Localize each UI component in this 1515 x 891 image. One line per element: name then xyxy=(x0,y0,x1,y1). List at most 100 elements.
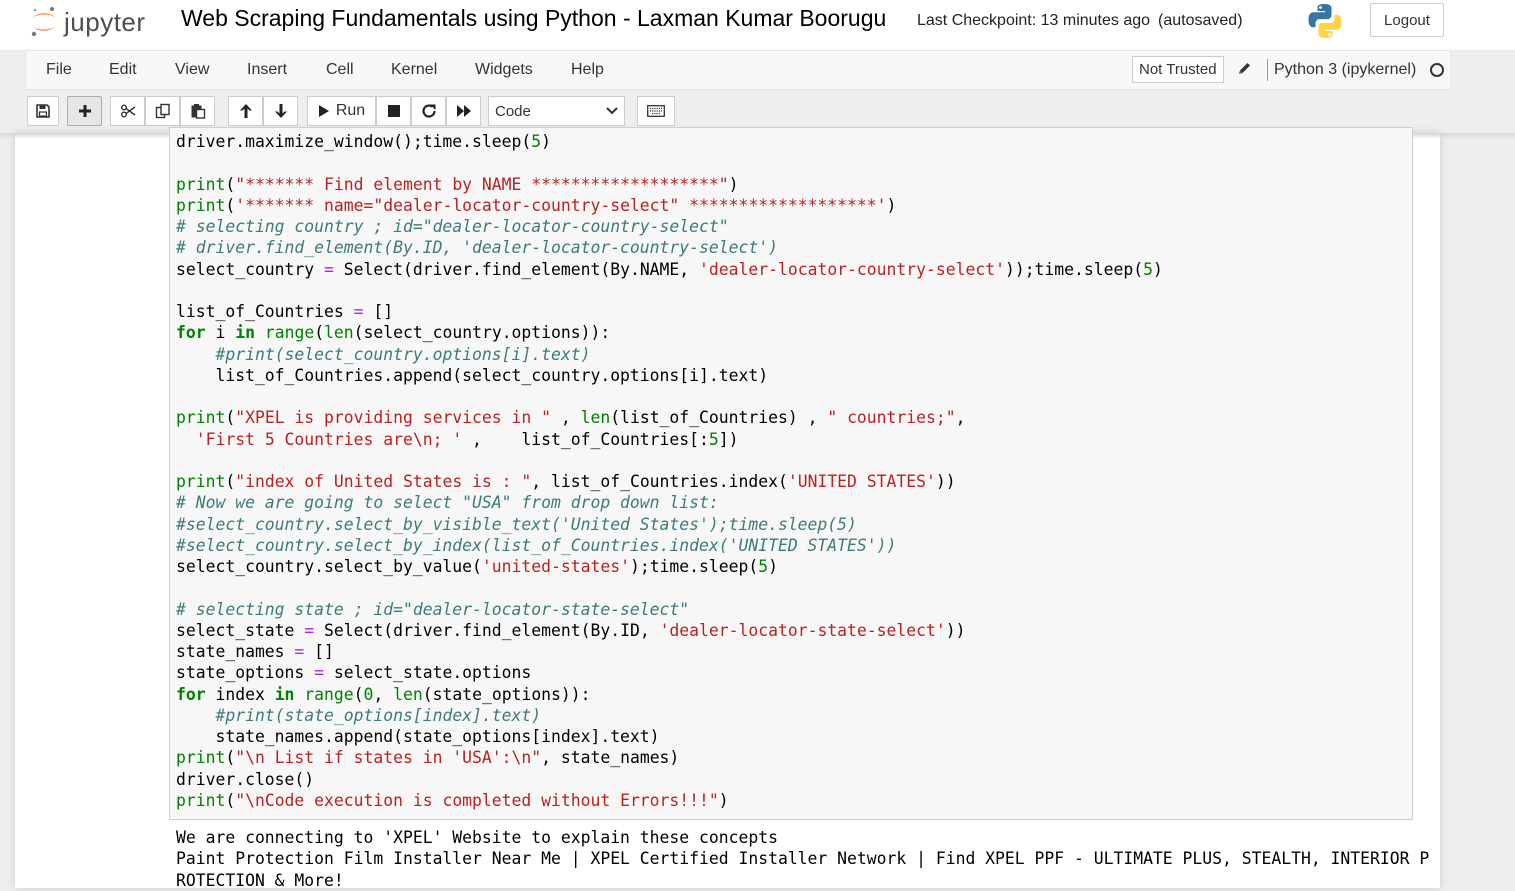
code-token: = xyxy=(324,259,334,279)
paste-icon xyxy=(191,104,205,119)
code-token: #select_country.select_by_visible_text('… xyxy=(176,514,857,534)
code-token: 'united-states' xyxy=(481,557,630,576)
code-token: len xyxy=(393,684,423,704)
code-token: len xyxy=(324,323,354,343)
cell-output: We are connecting to 'XPEL' Website to e… xyxy=(176,827,1429,891)
code-token: ( xyxy=(225,195,236,215)
code-token: select_country xyxy=(176,259,325,279)
code-token: select_state xyxy=(176,620,305,640)
code-token: #print(state_options[index].text) xyxy=(215,705,542,725)
code-token: ( xyxy=(225,748,236,768)
restart-run-all-button[interactable] xyxy=(446,96,481,126)
code-line: 'First 5 Countries are\n; ' , list_of_Co… xyxy=(176,429,1163,450)
code-token: (state_options)): xyxy=(422,684,591,704)
menu-insert[interactable]: Insert xyxy=(247,61,287,79)
interrupt-button[interactable] xyxy=(376,96,411,126)
not-trusted-button[interactable]: Not Trusted xyxy=(1132,56,1224,83)
menubar: File Edit View Insert Cell Kernel Widget… xyxy=(25,51,1451,90)
code-token: = xyxy=(304,620,315,640)
code-token: "XPEL is providing services in " xyxy=(235,408,551,428)
code-line: list_of_Countries.append(select_country.… xyxy=(176,365,1163,386)
code-line: list_of_Countries = [] xyxy=(176,301,1163,322)
scissors-icon xyxy=(120,104,135,118)
cell-type-select[interactable]: Code xyxy=(488,96,625,126)
code-token: (list_of_Countries) , xyxy=(610,408,828,428)
keyboard-icon xyxy=(647,105,665,117)
code-token: 'First 5 Countries are\n; ' xyxy=(195,429,463,449)
menu-kernel[interactable]: Kernel xyxy=(391,61,437,79)
code-token: for xyxy=(176,323,206,343)
menu-help[interactable]: Help xyxy=(571,61,604,79)
code-token: 0 xyxy=(363,684,374,704)
code-line: #select_country.select_by_visible_text('… xyxy=(176,514,1163,535)
code-token: #select_country.select_by_index(list_of_… xyxy=(176,535,897,555)
code-token: "index of United States is : " xyxy=(235,472,532,491)
code-token: 'dealer-locator-country-select' xyxy=(699,259,1005,279)
code-token: ( xyxy=(225,408,236,428)
code-line: for i in range(len(select_country.option… xyxy=(176,322,1163,343)
code-token: , xyxy=(955,408,966,428)
code-token: (select_country.options)): xyxy=(353,323,611,343)
menu-cell[interactable]: Cell xyxy=(326,61,354,79)
chevron-down-icon xyxy=(606,107,618,115)
pencil-icon[interactable] xyxy=(1237,61,1252,76)
command-palette-button[interactable] xyxy=(637,96,675,126)
code-token: 5 xyxy=(1143,259,1153,279)
code-token: ( xyxy=(314,323,325,343)
code-line: # Now we are going to select "USA" from … xyxy=(176,492,1163,513)
code-token: ));time.sleep( xyxy=(1004,259,1144,279)
cut-button[interactable] xyxy=(110,96,145,126)
menu-widgets[interactable]: Widgets xyxy=(475,61,533,79)
code-line: print("XPEL is providing services in " ,… xyxy=(176,407,1163,428)
code-token: # Now we are going to select "USA" from … xyxy=(176,493,719,513)
kernel-name[interactable]: Python 3 (ipykernel) xyxy=(1274,61,1416,79)
code-token: = xyxy=(294,642,305,661)
menu-view[interactable]: View xyxy=(175,61,209,79)
save-button[interactable] xyxy=(27,96,59,126)
code-token: # selecting country ; id="dealer-locator… xyxy=(176,217,729,236)
move-up-button[interactable] xyxy=(228,96,263,126)
code-token: range xyxy=(304,684,354,704)
restart-button[interactable] xyxy=(411,96,446,126)
run-button[interactable]: Run xyxy=(307,96,376,126)
header: jupyter Web Scraping Fundamentals using … xyxy=(0,0,1515,51)
code-token: for xyxy=(176,684,206,704)
copy-icon xyxy=(155,103,170,119)
paste-button[interactable] xyxy=(180,96,215,126)
kernel-idle-indicator-icon xyxy=(1430,63,1444,77)
logout-button[interactable]: Logout xyxy=(1370,3,1444,37)
code-token: )) xyxy=(945,620,966,640)
restart-icon xyxy=(421,104,436,118)
insert-cell-button[interactable] xyxy=(67,96,102,126)
code-token: state_options xyxy=(176,663,315,683)
code-token: ) xyxy=(886,195,897,215)
notebook-title[interactable]: Web Scraping Fundamentals using Python -… xyxy=(181,5,886,32)
code-token: driver.close() xyxy=(176,769,315,789)
code-token: ) xyxy=(541,132,551,151)
arrow-down-icon xyxy=(274,104,287,118)
copy-button[interactable] xyxy=(145,96,180,126)
code-line: select_state = Select(driver.find_elemen… xyxy=(176,620,1163,641)
code-line: state_names.append(state_options[index].… xyxy=(176,726,1163,747)
cell-type-value: Code xyxy=(495,102,531,120)
jupyter-logo-icon xyxy=(31,7,55,37)
code-token: list_of_Countries xyxy=(176,302,354,321)
jupyter-logo[interactable]: jupyter xyxy=(30,4,146,40)
code-editor[interactable]: driver.maximize_window();time.sleep(5) p… xyxy=(176,131,1163,811)
code-token: "******* Find element by NAME **********… xyxy=(235,174,729,194)
menu-file[interactable]: File xyxy=(46,61,72,79)
code-token: [] xyxy=(363,302,394,321)
code-token: 5 xyxy=(758,557,769,576)
code-line: for index in range(0, len(state_options)… xyxy=(176,684,1163,705)
code-token: # selecting state ; id="dealer-locator-s… xyxy=(176,599,690,619)
run-label: Run xyxy=(335,102,366,119)
move-down-button[interactable] xyxy=(263,96,298,126)
menu-edit[interactable]: Edit xyxy=(109,61,137,79)
last-checkpoint: Last Checkpoint: 13 minutes ago xyxy=(917,12,1151,29)
code-token: , xyxy=(551,408,581,428)
code-token: #print(select_country.options[i].text) xyxy=(215,344,591,364)
